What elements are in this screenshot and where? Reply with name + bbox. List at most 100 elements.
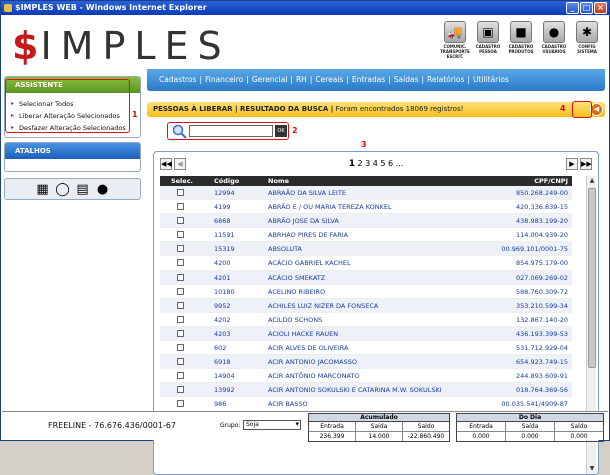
row-checkbox[interactable] bbox=[177, 189, 184, 196]
row-checkbox[interactable] bbox=[177, 203, 184, 211]
atalhos-box: ATALHOS bbox=[4, 142, 141, 172]
table-header: Selec. Código Nome CPF/CNPJ bbox=[160, 176, 572, 186]
row-checkbox[interactable] bbox=[177, 287, 184, 295]
row-checkbox[interactable] bbox=[177, 217, 184, 225]
row-checkbox[interactable] bbox=[177, 301, 184, 309]
row-doc: 654.923.749-15 bbox=[516, 358, 568, 367]
other-pages[interactable]: 2 3 4 5 6 ... bbox=[358, 159, 404, 168]
page-numbers[interactable]: 1 2 3 4 5 6 ... bbox=[160, 158, 592, 170]
table-row[interactable]: 986 ACIR BASSO 00.035.541/4909-87 bbox=[160, 397, 572, 412]
menu-separator: | bbox=[346, 75, 349, 84]
acumulado-saida-value: 14.000 bbox=[356, 432, 403, 441]
top-button-3[interactable]: ● CADASTRO USUÁRIOS bbox=[539, 21, 569, 59]
table-row[interactable]: 15319 ABSOLUTA 00.969.101/0001-75 bbox=[160, 242, 572, 257]
row-checkbox[interactable] bbox=[177, 386, 184, 394]
calendar-icon[interactable]: ▤ bbox=[75, 182, 91, 197]
table-row[interactable]: 4200 ACÁCIO GABRIEL KACHEL 854.975.179-00 bbox=[160, 256, 572, 271]
menu-item-7[interactable]: Relatórios bbox=[427, 75, 464, 84]
maximize-button[interactable]: □ bbox=[580, 2, 593, 14]
table-row[interactable]: 6868 ABRÃO JOSE DA SILVA 438.983.199-20 bbox=[160, 214, 572, 229]
row-code: 602 bbox=[214, 344, 227, 353]
scroll-down-icon[interactable]: ▼ bbox=[587, 464, 597, 474]
top-button-1[interactable]: ▣ CADASTRO PESSOA bbox=[473, 21, 503, 59]
person-icon[interactable]: ● bbox=[95, 182, 111, 197]
next-page-button[interactable]: ▶ bbox=[566, 158, 578, 170]
row-checkbox[interactable] bbox=[177, 245, 184, 253]
menu-item-2[interactable]: Gerencial bbox=[252, 75, 288, 84]
row-checkbox[interactable] bbox=[177, 231, 184, 239]
current-page[interactable]: 1 bbox=[349, 159, 355, 169]
row-checkbox[interactable] bbox=[177, 273, 184, 281]
row-name: ACÁCIO SMEKATZ bbox=[268, 273, 326, 282]
row-checkbox[interactable] bbox=[177, 259, 184, 267]
atalhos-title[interactable]: ATALHOS bbox=[5, 143, 140, 159]
top-button-4[interactable]: ✱ CONFIG SISTEMA bbox=[572, 21, 602, 59]
table-row[interactable]: 13992 ACIR ANTONIO SOKULSKI E CATARINA M.… bbox=[160, 383, 572, 398]
marker-3: 3 bbox=[361, 140, 367, 149]
last-page-button[interactable]: ▶▶ bbox=[580, 158, 592, 170]
row-doc: 00.969.101/0001-75 bbox=[501, 245, 568, 254]
row-code: 10180 bbox=[214, 287, 235, 296]
row-doc: 438.983.199-20 bbox=[516, 217, 568, 226]
row-name: ACIR BASSO bbox=[268, 400, 308, 409]
status-bar: FREELINE - 76.676.436/0001-67 Grupo: Soj… bbox=[2, 411, 608, 442]
close-button[interactable]: × bbox=[594, 2, 607, 14]
table-row[interactable]: 11591 ABRHAO PIRES DE FARIA 114.004.939-20 bbox=[160, 228, 572, 243]
col-code[interactable]: Código bbox=[214, 176, 239, 186]
table-row[interactable]: 4202 ACILDO SCHONS 132.867.140-20 bbox=[160, 313, 572, 327]
menu-item-5[interactable]: Entradas bbox=[352, 75, 385, 84]
row-doc: 854.975.179-00 bbox=[516, 259, 568, 268]
grupo-select[interactable]: Soja bbox=[243, 420, 301, 430]
menu-separator: | bbox=[467, 75, 470, 84]
top-toolbar: 🚚 COMUNIC. TRANSPORTE ESCRIT. ▣ CADASTRO PE… bbox=[440, 21, 602, 59]
table-row[interactable]: 10180 ACELINO RIBEIRO 588.760.309-72 bbox=[160, 285, 572, 299]
menu-item-6[interactable]: Saídas bbox=[394, 75, 419, 84]
row-doc: 00.035.541/4909-87 bbox=[501, 400, 568, 409]
row-checkbox[interactable] bbox=[177, 329, 184, 337]
row-doc: 850.268.249-00 bbox=[516, 189, 568, 197]
table-row[interactable]: 12994 ABRAÃO DA SILVA LEITE 850.268.249-00 bbox=[160, 186, 572, 201]
row-checkbox[interactable] bbox=[177, 315, 184, 323]
row-doc: 132.867.140-20 bbox=[516, 315, 568, 324]
top-button-2[interactable]: ■ CADASTRO PRODUTOS bbox=[506, 21, 536, 59]
row-doc: 027.069.269-02 bbox=[516, 273, 568, 282]
menu-item-8[interactable]: Utilitários bbox=[473, 75, 509, 84]
row-checkbox[interactable] bbox=[177, 358, 184, 366]
minimize-button[interactable]: _ bbox=[566, 2, 579, 14]
table-row[interactable]: 4203 ACIOLI HACKE RAUEN 436.193.399-53 bbox=[160, 326, 572, 342]
scroll-thumb[interactable] bbox=[588, 188, 596, 368]
table-row[interactable]: 602 ACIR ALVES DE OLIVEIRA 531.712.929-04 bbox=[160, 341, 572, 356]
menu-item-4[interactable]: Cereais bbox=[315, 75, 343, 84]
menu-item-3[interactable]: RH bbox=[296, 75, 307, 84]
row-checkbox[interactable] bbox=[177, 372, 184, 380]
chat-icon[interactable]: ◯ bbox=[55, 182, 71, 197]
row-doc: 436.193.399-53 bbox=[516, 329, 568, 338]
menu-item-0[interactable]: Cadastros bbox=[159, 75, 196, 84]
acumulado-saida-header: Saída bbox=[356, 422, 403, 431]
calculator-icon[interactable]: ▦ bbox=[35, 182, 51, 197]
row-checkbox[interactable] bbox=[177, 344, 184, 352]
col-name[interactable]: Nome bbox=[268, 176, 289, 186]
menu-separator: | bbox=[309, 75, 313, 84]
row-checkbox[interactable] bbox=[177, 400, 184, 408]
box-icon: ■ bbox=[510, 21, 532, 43]
main-content: Cadastros | Financeiro | Gerencial | RH | Cereai… bbox=[147, 69, 605, 475]
alert-bar: PESSOAS À LIBERAR | RESULTADO DA BUSCA |… bbox=[147, 102, 605, 117]
table-row[interactable]: 14904 ACIR ANTÔNIO MARCONATO 244.893.609-9… bbox=[160, 369, 572, 384]
title-bar: $IMPLES WEB - Windows Internet Explorer … bbox=[1, 1, 609, 15]
table-row[interactable]: 4199 ABRÃO E / OU MARIA TEREZA KONKEL 420.… bbox=[160, 200, 572, 215]
menu-item-1[interactable]: Financeiro bbox=[205, 75, 243, 84]
company-name: FREELINE - 76.676.436/0001-67 bbox=[48, 421, 177, 430]
table-row[interactable]: 4201 ACÁCIO SMEKATZ 027.069.269-02 bbox=[160, 270, 572, 285]
scroll-up-icon[interactable]: ▲ bbox=[587, 176, 597, 186]
ie-icon bbox=[4, 4, 12, 12]
table-row[interactable]: 9952 ACHILES LUIZ NIZER DA FONSECA 353.210… bbox=[160, 298, 572, 313]
row-name: ACILDO SCHONS bbox=[268, 315, 323, 324]
menu-separator: | bbox=[388, 75, 391, 84]
top-button-0[interactable]: 🚚 COMUNIC. TRANSPORTE ESCRIT. bbox=[440, 21, 470, 59]
row-name: ABRÃO E / OU MARIA TEREZA KONKEL bbox=[268, 203, 392, 212]
table-row[interactable]: 6918 ACIR ANTONIO JACOMASSO 654.923.749-15 bbox=[160, 355, 572, 370]
col-doc[interactable]: CPF/CNPJ bbox=[534, 176, 568, 186]
row-doc: 018.764.369-56 bbox=[516, 386, 568, 395]
row-doc: 588.760.309-72 bbox=[516, 287, 568, 296]
